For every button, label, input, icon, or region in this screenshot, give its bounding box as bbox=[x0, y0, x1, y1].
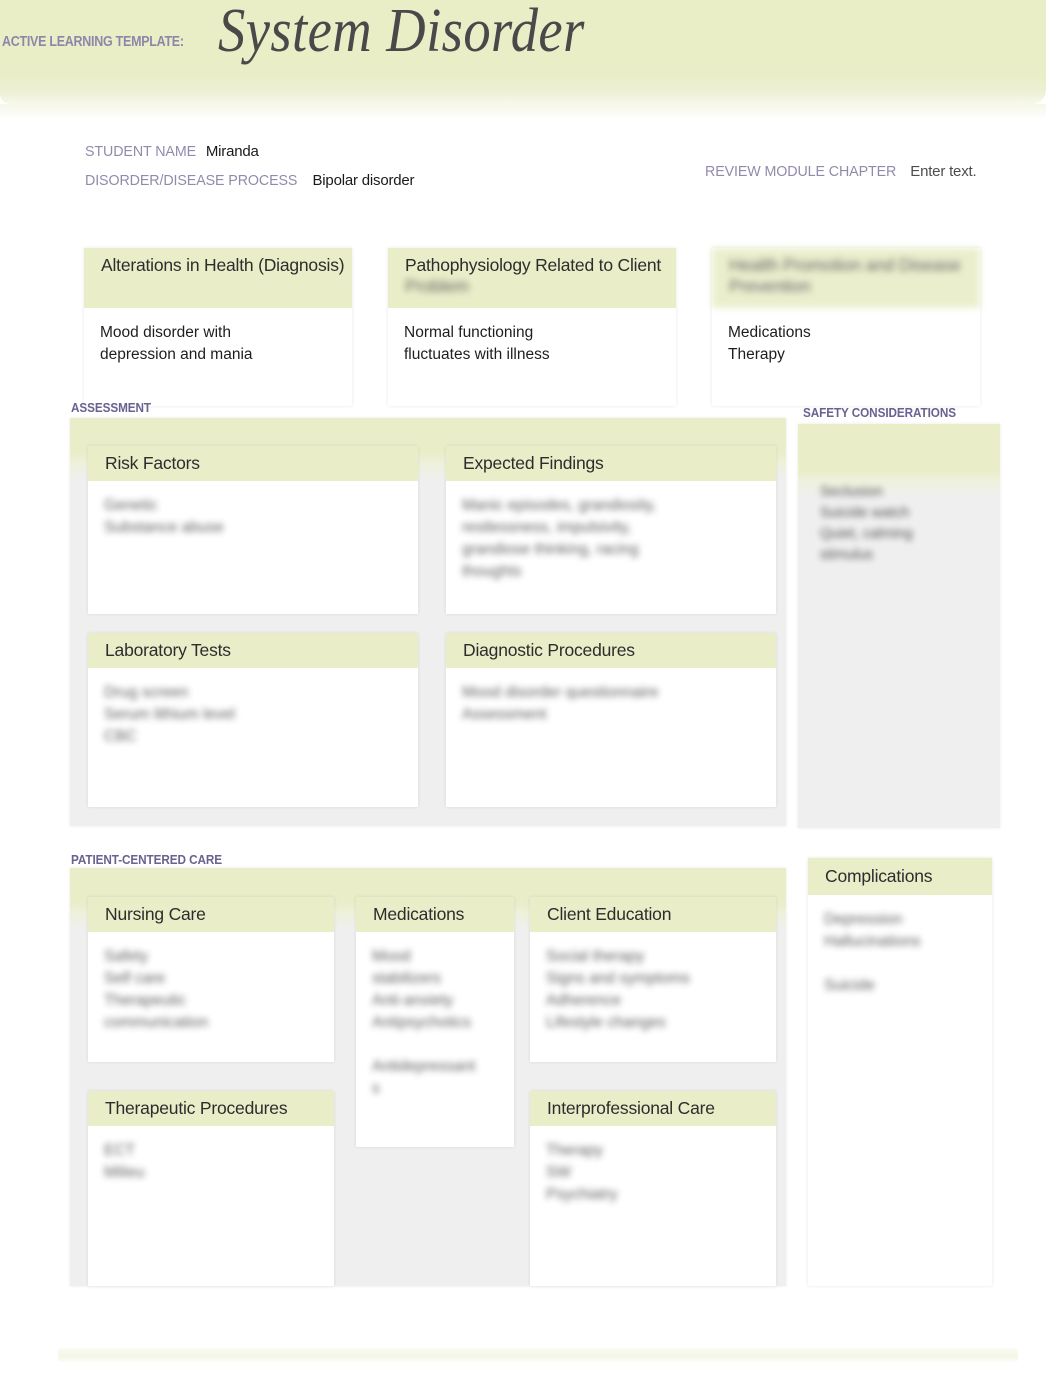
client-education-box: Client Education Social therapy Signs an… bbox=[530, 897, 776, 1062]
nursing-care-body[interactable]: Safety Self care Therapeutic communicati… bbox=[88, 932, 334, 1042]
diagnostic-procedures-body[interactable]: Mood disorder questionnaire Assessment bbox=[446, 668, 776, 734]
risk-factors-title: Risk Factors bbox=[88, 446, 418, 481]
laboratory-tests-title: Laboratory Tests bbox=[88, 633, 418, 668]
alterations-in-health-box: Alterations in Health (Diagnosis) Mood d… bbox=[84, 248, 352, 406]
diagnostic-procedures-box: Diagnostic Procedures Mood disorder ques… bbox=[446, 633, 776, 807]
review-module-value[interactable]: Enter text. bbox=[910, 163, 976, 180]
complications-box: Complications Depression Hallucinations … bbox=[808, 858, 992, 1286]
client-education-body[interactable]: Social therapy Signs and symptoms Adhere… bbox=[530, 932, 776, 1042]
review-module-label: REVIEW MODULE CHAPTER bbox=[705, 163, 897, 180]
nursing-care-title: Nursing Care bbox=[88, 897, 334, 932]
medications-box: Medications Mood stabilizers Anti-anxiet… bbox=[356, 897, 514, 1147]
pathophysiology-box: Pathophysiology Related to Client Problem… bbox=[388, 248, 676, 406]
expected-findings-box: Expected Findings Manic episodes, grandi… bbox=[446, 446, 776, 614]
therapeutic-procedures-body[interactable]: ECT Milieu bbox=[88, 1126, 334, 1192]
safety-considerations-section-label: SAFETY CONSIDERATIONS bbox=[803, 406, 956, 420]
disorder-process-field-row: DISORDER/DISEASE PROCESS Bipolar disorder bbox=[85, 172, 415, 189]
expected-findings-body[interactable]: Manic episodes, grandiosity, restlessnes… bbox=[446, 481, 776, 591]
interprofessional-care-body[interactable]: Therapy SW Psychiatry bbox=[530, 1126, 776, 1214]
assessment-section-label: ASSESSMENT bbox=[71, 401, 152, 415]
interprofessional-care-box: Interprofessional Care Therapy SW Psychi… bbox=[530, 1091, 776, 1286]
footer-band bbox=[58, 1348, 1018, 1362]
diagnostic-procedures-title: Diagnostic Procedures bbox=[446, 633, 776, 668]
health-promotion-box: Health Promotion and Disease Prevention … bbox=[712, 248, 980, 406]
nursing-care-box: Nursing Care Safety Self care Therapeuti… bbox=[88, 897, 334, 1062]
laboratory-tests-box: Laboratory Tests Drug screen Serum lithi… bbox=[88, 633, 418, 807]
medications-body[interactable]: Mood stabilizers Anti-anxiety Antipsycho… bbox=[356, 932, 514, 1108]
disorder-process-value[interactable]: Bipolar disorder bbox=[313, 172, 415, 189]
student-name-value[interactable]: Miranda bbox=[206, 143, 259, 160]
safety-considerations-body[interactable]: Seclusion Suicide watch Quiet, calming s… bbox=[820, 482, 988, 566]
health-promotion-body[interactable]: Medications Therapy bbox=[712, 308, 980, 374]
complications-title: Complications bbox=[808, 858, 992, 895]
interprofessional-care-title: Interprofessional Care bbox=[530, 1091, 776, 1126]
student-name-field-row: STUDENT NAME Miranda bbox=[85, 143, 259, 160]
disorder-process-label: DISORDER/DISEASE PROCESS bbox=[85, 172, 298, 189]
pathophysiology-title-line2: Problem bbox=[405, 275, 469, 296]
expected-findings-title: Expected Findings bbox=[446, 446, 776, 481]
therapeutic-procedures-box: Therapeutic Procedures ECT Milieu bbox=[88, 1091, 334, 1286]
client-education-title: Client Education bbox=[530, 897, 776, 932]
pathophysiology-body[interactable]: Normal functioning fluctuates with illne… bbox=[388, 308, 676, 374]
template-kicker-label: ACTIVE LEARNING TEMPLATE: bbox=[2, 34, 184, 50]
risk-factors-box: Risk Factors Genetic Substance abuse bbox=[88, 446, 418, 614]
therapeutic-procedures-title: Therapeutic Procedures bbox=[88, 1091, 334, 1126]
risk-factors-body[interactable]: Genetic Substance abuse bbox=[88, 481, 418, 547]
pathophysiology-title: Pathophysiology Related to Client Problem bbox=[388, 248, 676, 308]
health-promotion-title: Health Promotion and Disease Prevention bbox=[712, 248, 980, 308]
complications-body[interactable]: Depression Hallucinations Suicide bbox=[808, 895, 992, 1005]
alterations-in-health-title: Alterations in Health (Diagnosis) bbox=[84, 248, 352, 308]
medications-title: Medications bbox=[356, 897, 514, 932]
pathophysiology-title-line1: Pathophysiology Related to Client bbox=[405, 255, 662, 275]
header-banner-fade bbox=[0, 104, 1046, 120]
page-title: System Disorder bbox=[218, 0, 585, 65]
laboratory-tests-body[interactable]: Drug screen Serum lithium level CBC bbox=[88, 668, 418, 756]
student-name-label: STUDENT NAME bbox=[85, 143, 197, 160]
alterations-in-health-body[interactable]: Mood disorder with depression and mania bbox=[84, 308, 352, 374]
review-module-field-row: REVIEW MODULE CHAPTER Enter text. bbox=[705, 163, 977, 180]
patient-centered-care-section-label: PATIENT-CENTERED CARE bbox=[71, 853, 223, 867]
